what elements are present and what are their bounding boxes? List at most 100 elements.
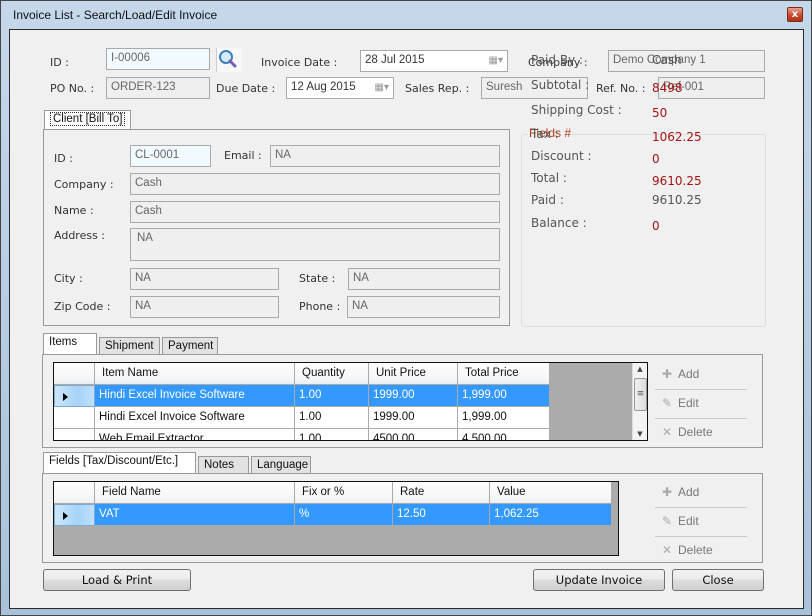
invoice-date-picker[interactable]: 28 Jul 2015 ▦▾ <box>360 50 508 72</box>
table-cell[interactable]: Hindi Excel Invoice Software <box>95 407 295 429</box>
company-field[interactable]: Demo Company 1 <box>608 50 765 72</box>
search-button[interactable] <box>216 48 242 72</box>
client-name-field[interactable]: Cash <box>130 201 500 223</box>
table-row[interactable]: Web Email Extractor 1.00 4500.00 4,500.00 <box>54 429 550 440</box>
scroll-thumb[interactable]: ≡ <box>634 378 647 411</box>
table-row[interactable]: VAT% 12.50 1,062.25 <box>54 504 612 526</box>
fields-add-button[interactable]: ✚ Add <box>655 479 747 505</box>
summary-value: 1062.25 <box>652 130 702 144</box>
current-row-arrow-icon <box>63 512 68 520</box>
fields-add-label: Add <box>678 485 700 499</box>
tab-items[interactable]: Items <box>43 333 97 355</box>
invoice-date-value: 28 Jul 2015 <box>365 54 425 66</box>
items-delete-button[interactable]: ✕ Delete <box>655 419 747 445</box>
title-bar: Invoice List - Search/Load/Edit Invoice … <box>1 1 811 29</box>
table-row[interactable]: Hindi Excel Invoice Software 1.00 1999.00 1… <box>54 407 550 429</box>
close-button[interactable]: Close <box>672 569 764 591</box>
po-number-field[interactable]: ORDER-123 <box>106 77 210 99</box>
items-edit-button[interactable]: ✎ Edit <box>655 390 747 416</box>
client-panel: ID : CL-0001 Email : NA Company : Cash N… <box>43 129 510 326</box>
column-header[interactable]: Fix or % <box>295 482 393 504</box>
table-cell[interactable]: 1.00 <box>295 429 369 440</box>
table-cell[interactable]: 1.00 <box>295 385 369 407</box>
calendar-dropdown-icon[interactable]: ▦▾ <box>489 55 503 66</box>
column-header[interactable]: Quantity <box>295 363 369 385</box>
client-email-field[interactable]: NA <box>270 145 500 167</box>
due-date-value: 12 Aug 2015 <box>291 81 356 93</box>
add-icon: ✚ <box>661 367 673 381</box>
table-cell[interactable]: VAT <box>95 504 295 526</box>
row-selector[interactable] <box>54 385 95 407</box>
client-city-label: City : <box>54 272 83 285</box>
tab-payment[interactable]: Payment <box>162 337 218 355</box>
client-company-label: Company : <box>54 178 114 191</box>
row-selector[interactable] <box>54 407 95 429</box>
summary-value: Cash <box>652 53 682 67</box>
table-cell[interactable]: Hindi Excel Invoice Software <box>95 385 295 407</box>
client-phone-label: Phone : <box>299 300 341 313</box>
row-selector[interactable] <box>54 504 95 526</box>
fields-edit-label: Edit <box>678 514 699 528</box>
table-cell[interactable]: 12.50 <box>393 504 490 526</box>
tab-client-bill-to[interactable]: Client [Bill To] <box>44 110 132 130</box>
summary-label: Tax : <box>531 127 559 141</box>
table-cell[interactable]: 1,999.00 <box>458 407 550 429</box>
tab-fields[interactable]: Fields [Tax/Discount/Etc.] <box>43 452 196 474</box>
table-cell[interactable]: 4,500.00 <box>458 429 550 440</box>
row-selector[interactable] <box>54 429 95 440</box>
scroll-down-icon[interactable]: ▼ <box>633 430 647 438</box>
table-cell[interactable]: 1,999.00 <box>458 385 550 407</box>
client-state-label: State : <box>299 272 336 285</box>
table-row[interactable]: Hindi Excel Invoice Software 1.00 1999.00 1… <box>54 385 550 407</box>
tab-notes[interactable]: Notes <box>198 456 249 474</box>
table-cell[interactable]: 1999.00 <box>369 407 458 429</box>
client-address-label: Address : <box>54 229 106 242</box>
row-header-corner <box>54 363 95 385</box>
column-header[interactable]: Value <box>490 482 612 504</box>
fields-grid[interactable]: Field Name Fix or % Rate Value VAT% 12.50 1,06… <box>53 481 619 556</box>
summary-label: Balance : <box>531 216 587 230</box>
client-address-field[interactable]: NA <box>130 228 500 261</box>
client-id-input[interactable]: CL-0001 <box>130 145 211 167</box>
window-close-button[interactable]: x <box>787 7 803 22</box>
summary-label: Paid : <box>531 193 564 207</box>
tab-payment-label: Payment <box>168 340 214 352</box>
update-invoice-button[interactable]: Update Invoice <box>533 569 665 591</box>
due-date-picker[interactable]: 12 Aug 2015 ▦▾ <box>286 77 394 99</box>
client-company-field[interactable]: Cash <box>130 173 500 195</box>
client-zip-field[interactable]: NA <box>130 296 279 318</box>
client-city-field[interactable]: NA <box>130 268 279 290</box>
summary-label: Subtotal : <box>531 78 590 92</box>
client-area: ID : I-00006 Invoice Date : 28 Jul 2015 … <box>9 29 804 609</box>
items-grid[interactable]: Item Name Quantity Unit Price Total Price Hi… <box>53 362 648 441</box>
client-email-label: Email : <box>224 149 262 162</box>
tab-language[interactable]: Language <box>251 456 311 474</box>
table-cell[interactable]: % <box>295 504 393 526</box>
items-scrollbar[interactable]: ▲ ≡ ▼ <box>632 363 647 440</box>
summary-label: Total : <box>531 171 567 185</box>
table-cell[interactable]: Web Email Extractor <box>95 429 295 440</box>
column-header[interactable]: Item Name <box>95 363 295 385</box>
column-header[interactable]: Total Price <box>458 363 550 385</box>
load-print-button[interactable]: Load & Print <box>43 569 191 591</box>
items-add-button[interactable]: ✚ Add <box>655 361 747 387</box>
client-phone-field[interactable]: NA <box>347 296 500 318</box>
column-header[interactable]: Field Name <box>95 482 295 504</box>
invoice-id-input[interactable]: I-00006 <box>106 48 210 70</box>
fields-delete-button[interactable]: ✕ Delete <box>655 537 747 563</box>
table-cell[interactable]: 1999.00 <box>369 385 458 407</box>
table-cell[interactable]: 1,062.25 <box>490 504 612 526</box>
fields-edit-button[interactable]: ✎ Edit <box>655 508 747 534</box>
client-zip-label: Zip Code : <box>54 300 111 313</box>
table-cell[interactable]: 4500.00 <box>369 429 458 440</box>
column-header[interactable]: Rate <box>393 482 490 504</box>
client-id-label: ID : <box>54 152 73 165</box>
form-body: ID : I-00006 Invoice Date : 28 Jul 2015 … <box>14 33 798 604</box>
column-header[interactable]: Unit Price <box>369 363 458 385</box>
table-cell[interactable]: 1.00 <box>295 407 369 429</box>
summary-value: 8498 <box>652 81 683 95</box>
tab-shipment[interactable]: Shipment <box>99 337 160 355</box>
calendar-dropdown-icon[interactable]: ▦▾ <box>375 82 389 93</box>
scroll-up-icon[interactable]: ▲ <box>633 365 647 373</box>
client-state-field[interactable]: NA <box>348 268 500 290</box>
